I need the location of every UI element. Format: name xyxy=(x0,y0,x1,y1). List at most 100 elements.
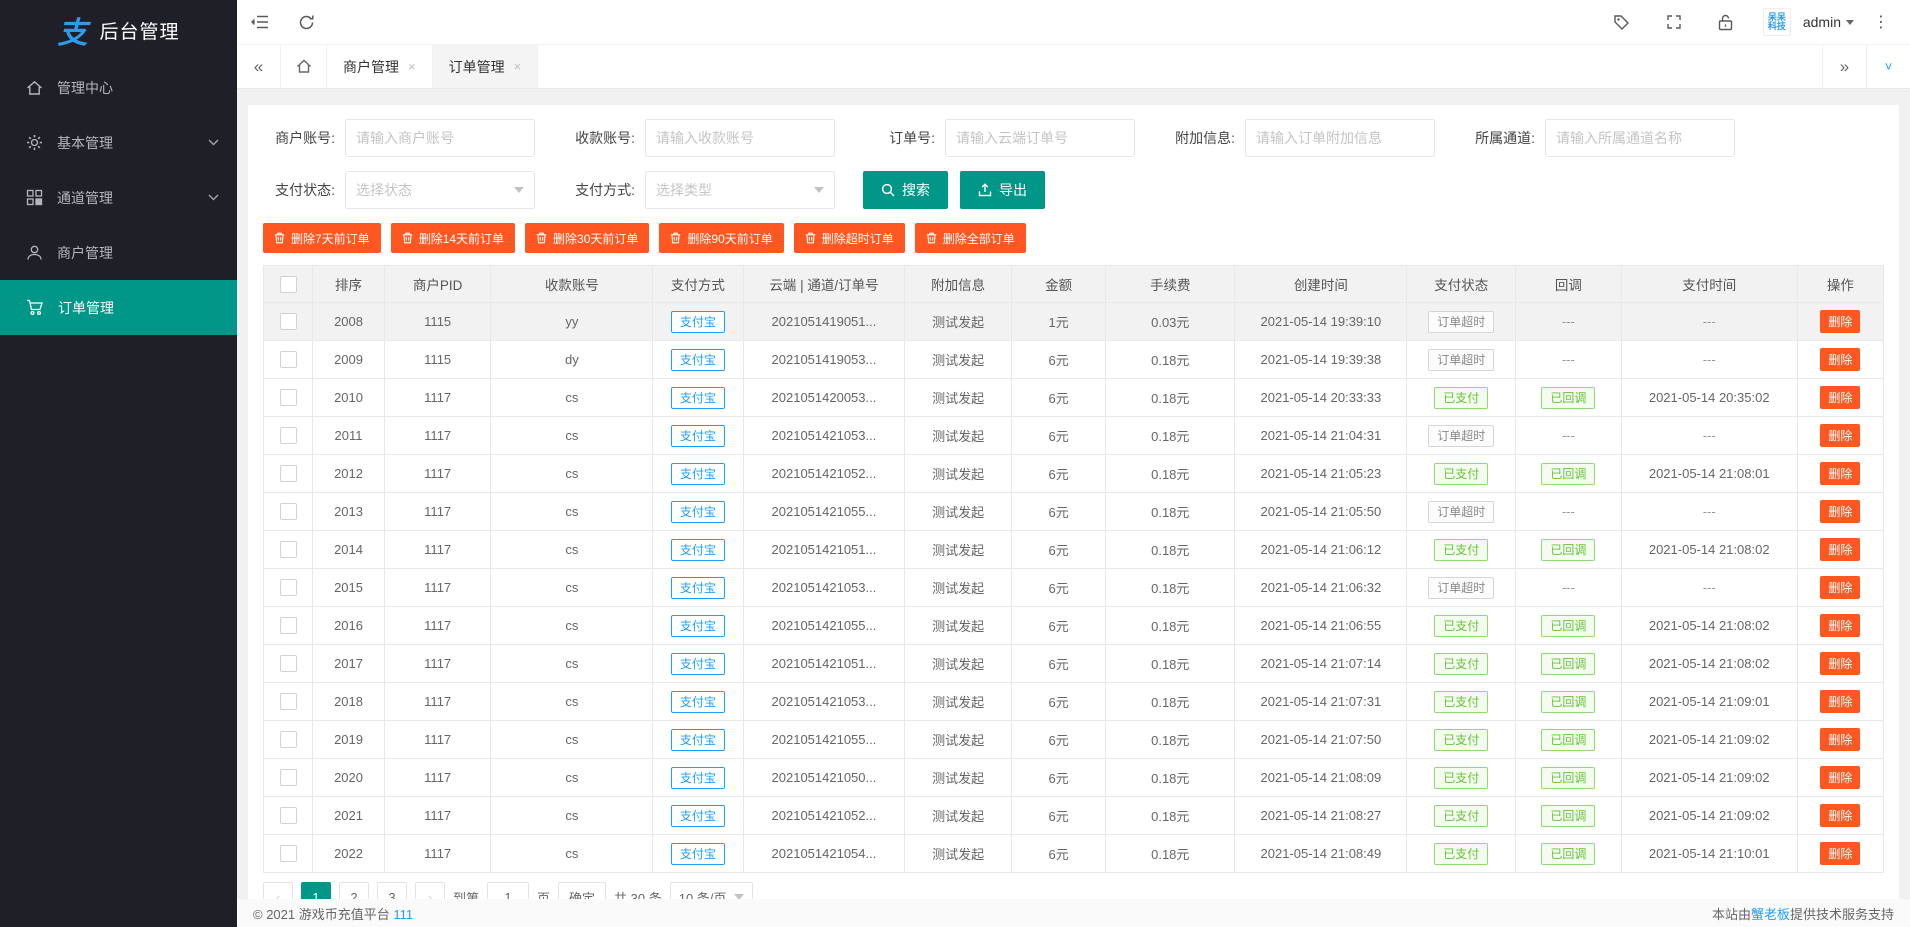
delete-row-button[interactable]: 删除 xyxy=(1820,538,1860,561)
export-button[interactable]: 导出 xyxy=(960,171,1045,209)
topbar-right: 呆呆 科技 admin ⋮ xyxy=(1599,0,1896,44)
delete-row-button[interactable]: 删除 xyxy=(1820,348,1860,371)
user-avatar[interactable]: 呆呆 科技 xyxy=(1763,8,1791,36)
bulk-delete-label: 删除30天前订单 xyxy=(553,230,638,247)
cell-order-no: 2021051420053... xyxy=(743,379,905,417)
row-checkbox[interactable] xyxy=(280,655,297,672)
row-checkbox[interactable] xyxy=(280,769,297,786)
cell-amount: 6元 xyxy=(1011,417,1105,455)
cell-pid: 1115 xyxy=(384,341,491,379)
tag-icon[interactable] xyxy=(1599,0,1645,44)
filter-input-0[interactable] xyxy=(345,119,535,157)
filter-input-4[interactable] xyxy=(1545,119,1735,157)
refresh-icon[interactable] xyxy=(283,0,329,44)
row-checkbox[interactable] xyxy=(280,351,297,368)
filter-input-2[interactable] xyxy=(945,119,1135,157)
pagination-goto-input[interactable] xyxy=(487,882,529,899)
row-checkbox[interactable] xyxy=(280,503,297,520)
delete-row-button[interactable]: 删除 xyxy=(1820,842,1860,865)
delete-row-button[interactable]: 删除 xyxy=(1820,424,1860,447)
cell-extra-info: 测试发起 xyxy=(905,341,1012,379)
fullscreen-icon[interactable] xyxy=(1651,0,1697,44)
row-checkbox[interactable] xyxy=(280,807,297,824)
delete-row-button[interactable]: 删除 xyxy=(1820,766,1860,789)
bulk-delete-button-1[interactable]: 删除14天前订单 xyxy=(391,223,515,253)
cell-amount: 6元 xyxy=(1011,455,1105,493)
callback-empty: --- xyxy=(1562,580,1575,595)
tabs-scroll-left-icon[interactable]: « xyxy=(237,45,281,88)
bulk-delete-button-3[interactable]: 删除90天前订单 xyxy=(659,223,783,253)
filter-input-3[interactable] xyxy=(1245,119,1435,157)
cell-pay-method: 支付宝 xyxy=(653,303,743,341)
sidebar-item-dashboard[interactable]: 管理中心 xyxy=(0,60,237,115)
search-button[interactable]: 搜索 xyxy=(863,171,948,209)
cell-extra-info: 测试发起 xyxy=(905,417,1012,455)
bulk-delete-button-4[interactable]: 删除超时订单 xyxy=(794,223,905,253)
cell-fee: 0.18元 xyxy=(1106,569,1235,607)
row-checkbox[interactable] xyxy=(280,465,297,482)
pagination-page-2[interactable]: 2 xyxy=(339,882,369,899)
column-header: 创建时间 xyxy=(1235,266,1407,303)
user-menu[interactable]: admin xyxy=(1797,14,1860,30)
footer-right-link[interactable]: 蟹老板 xyxy=(1751,907,1790,922)
more-options-icon[interactable]: ⋮ xyxy=(1866,12,1896,32)
tab-close-icon[interactable]: × xyxy=(408,60,416,73)
sidebar-item-channel[interactable]: 通道管理 xyxy=(0,170,237,225)
row-checkbox[interactable] xyxy=(280,617,297,634)
filter-select-0[interactable]: 选择状态 xyxy=(345,171,535,209)
pagination-page-3[interactable]: 3 xyxy=(377,882,407,899)
delete-row-button[interactable]: 删除 xyxy=(1820,804,1860,827)
tab-orders[interactable]: 订单管理× xyxy=(433,45,539,88)
cell-account: cs xyxy=(491,493,653,531)
gear-icon xyxy=(26,134,43,151)
row-checkbox[interactable] xyxy=(280,845,297,862)
tab-merchants[interactable]: 商户管理× xyxy=(327,45,433,88)
pagination-next[interactable]: › xyxy=(415,882,445,899)
tabs-menu-icon[interactable]: ˅ xyxy=(1866,45,1910,88)
bulk-delete-button-0[interactable]: 删除7天前订单 xyxy=(263,223,381,253)
footer-left-link[interactable]: 111 xyxy=(393,907,413,922)
column-header: 商户PID xyxy=(384,266,491,303)
bulk-delete-button-5[interactable]: 删除全部订单 xyxy=(915,223,1026,253)
cell-sort: 2018 xyxy=(313,683,385,721)
collapse-sidebar-icon[interactable] xyxy=(237,0,283,44)
delete-row-button[interactable]: 删除 xyxy=(1820,690,1860,713)
row-checkbox[interactable] xyxy=(280,427,297,444)
select-all-checkbox[interactable] xyxy=(280,276,297,293)
delete-row-button[interactable]: 删除 xyxy=(1820,728,1860,751)
delete-row-button[interactable]: 删除 xyxy=(1820,576,1860,599)
delete-row-button[interactable]: 删除 xyxy=(1820,310,1860,333)
pagination-prev[interactable]: ‹ xyxy=(263,882,293,899)
delete-row-button[interactable]: 删除 xyxy=(1820,386,1860,409)
delete-row-button[interactable]: 删除 xyxy=(1820,500,1860,523)
delete-row-button[interactable]: 删除 xyxy=(1820,614,1860,637)
cell-fee: 0.18元 xyxy=(1106,645,1235,683)
filter-select-1[interactable]: 选择类型 xyxy=(645,171,835,209)
row-checkbox[interactable] xyxy=(280,731,297,748)
sidebar-item-order[interactable]: 订单管理 xyxy=(0,280,237,335)
pagination-confirm-button[interactable]: 确定 xyxy=(558,882,606,899)
lock-icon[interactable] xyxy=(1703,0,1749,44)
tab-close-icon[interactable]: × xyxy=(514,60,522,73)
row-checkbox[interactable] xyxy=(280,693,297,710)
row-checkbox[interactable] xyxy=(280,313,297,330)
tab-home[interactable] xyxy=(281,45,327,88)
sidebar-item-merchant[interactable]: 商户管理 xyxy=(0,225,237,280)
cell-callback: 已回调 xyxy=(1516,835,1622,873)
cell-extra-info: 测试发起 xyxy=(905,835,1012,873)
tabs-scroll-right-icon[interactable]: » xyxy=(1822,45,1866,88)
trash-icon xyxy=(805,232,816,244)
sidebar-item-basic[interactable]: 基本管理 xyxy=(0,115,237,170)
user-icon xyxy=(26,244,43,261)
pagination-page-1[interactable]: 1 xyxy=(301,882,331,899)
row-checkbox[interactable] xyxy=(280,541,297,558)
filter-input-1[interactable] xyxy=(645,119,835,157)
row-checkbox[interactable] xyxy=(280,389,297,406)
footer-right: 本站由蟹老板提供技术服务支持 xyxy=(1712,904,1894,923)
delete-row-button[interactable]: 删除 xyxy=(1820,652,1860,675)
delete-row-button[interactable]: 删除 xyxy=(1820,462,1860,485)
pagination-page-size-select[interactable]: 10 条/页 xyxy=(670,882,754,899)
row-checkbox[interactable] xyxy=(280,579,297,596)
bulk-delete-button-2[interactable]: 删除30天前订单 xyxy=(525,223,649,253)
pay-status-badge: 订单超时 xyxy=(1428,501,1494,523)
